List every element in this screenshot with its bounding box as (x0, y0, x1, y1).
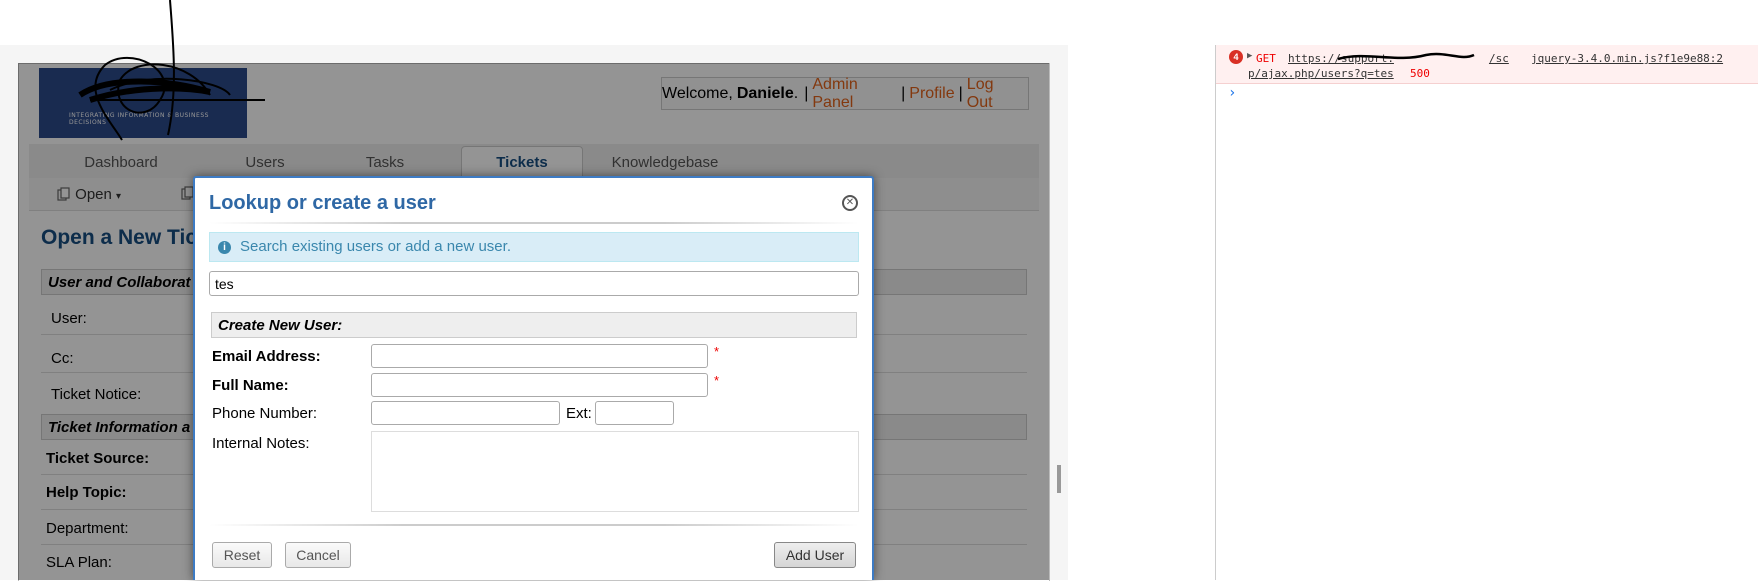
info-text: Search existing users or add a new user. (240, 238, 511, 255)
expand-triangle-icon[interactable]: ▶ (1247, 51, 1252, 61)
request-url[interactable]: https://support./sc (1288, 52, 1509, 65)
source-link[interactable]: jquery-3.4.0.min.js?f1e9e88:2 (1531, 52, 1723, 65)
dialog-divider (209, 222, 859, 224)
phone-label: Phone Number: (212, 405, 318, 422)
email-label: Email Address: (212, 348, 321, 365)
required-mark: * (714, 373, 720, 388)
phone-field[interactable] (371, 401, 560, 425)
info-icon: i (218, 241, 231, 254)
ext-label: Ext: (566, 405, 592, 422)
info-message: i Search existing users or add a new user… (209, 232, 859, 262)
ext-field[interactable] (595, 401, 674, 425)
fullname-label: Full Name: (212, 377, 289, 394)
reset-button[interactable]: Reset (212, 542, 272, 568)
request-url-continued[interactable]: p/ajax.php/users?q=tes (1248, 67, 1394, 80)
error-count-badge: 4 (1229, 50, 1243, 64)
request-method: GET (1256, 52, 1276, 65)
dialog-divider (209, 524, 859, 526)
notes-label: Internal Notes: (212, 435, 310, 452)
status-code: 500 (1410, 67, 1430, 80)
add-user-button[interactable]: Add User (774, 542, 856, 568)
close-icon[interactable]: ✕ (842, 195, 858, 211)
required-mark: * (714, 344, 720, 359)
devtools-console: 4 ▶ GET https://support./sc jquery-3.4.0… (1215, 45, 1758, 580)
internal-notes-field[interactable] (371, 431, 859, 512)
user-search-input[interactable] (209, 271, 859, 296)
fullname-field[interactable] (371, 373, 708, 397)
cancel-button[interactable]: Cancel (285, 542, 351, 568)
resize-handle[interactable] (1057, 465, 1061, 493)
email-field[interactable] (371, 344, 708, 368)
create-user-header: Create New User: (211, 312, 857, 338)
console-error-row[interactable]: 4 ▶ GET https://support./sc jquery-3.4.0… (1216, 45, 1758, 84)
dialog-title: Lookup or create a user (209, 192, 436, 214)
lookup-user-dialog: Lookup or create a user ✕ i Search existi… (193, 176, 874, 580)
console-prompt[interactable]: › (1228, 85, 1236, 101)
